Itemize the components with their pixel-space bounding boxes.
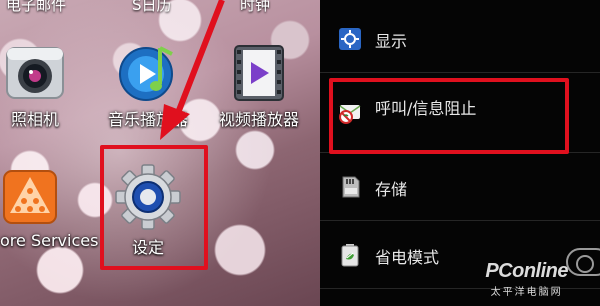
- watermark: PConline 太平洋电脑网: [485, 260, 568, 298]
- home-screen: 电子邮件 S日历 时钟 照相机 音乐播放器 视频播放器 ore Services…: [0, 0, 320, 306]
- storage-icon: [342, 176, 360, 198]
- pointer-arrow-icon: [160, 0, 225, 140]
- watermark-sub: 太平洋电脑网: [490, 287, 563, 298]
- settings-item-storage[interactable]: 存储: [320, 153, 600, 221]
- display-icon: [339, 28, 361, 50]
- toggle-switch[interactable]: [566, 248, 600, 276]
- settings-panel: 显示 呼叫/信息阻止 存储 省电模式 PConline 太平洋电脑网: [320, 0, 600, 306]
- watermark-brand: PConline: [485, 260, 568, 282]
- call-block-highlight-box: [329, 78, 569, 154]
- settings-item-display[interactable]: 显示: [320, 5, 600, 73]
- settings-item-label: 省电模式: [375, 248, 440, 267]
- battery-saver-icon: [341, 244, 359, 267]
- settings-item-label: 显示: [375, 32, 408, 51]
- settings-item-label: 存储: [375, 180, 408, 199]
